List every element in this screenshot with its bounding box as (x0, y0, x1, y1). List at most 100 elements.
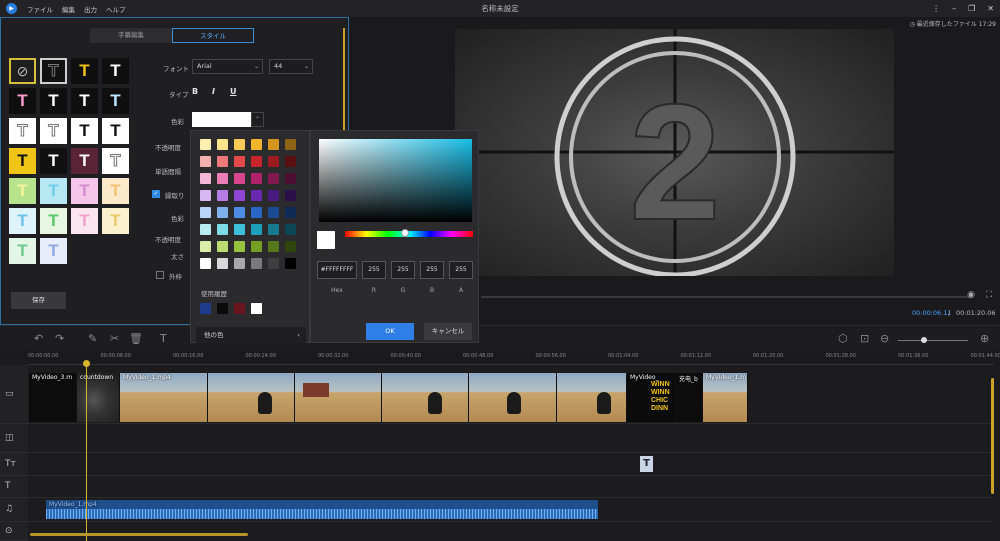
cut-icon[interactable]: ✂ (110, 332, 119, 345)
palette-swatch[interactable] (234, 173, 245, 184)
style-preset-tile[interactable]: T (40, 178, 67, 204)
palette-swatch[interactable] (251, 190, 262, 201)
menu-help[interactable]: ヘルプ (106, 4, 126, 14)
video-clip[interactable]: MyVideo_1.m (703, 373, 748, 422)
palette-swatch[interactable] (268, 207, 279, 218)
style-preset-tile[interactable]: T (71, 88, 98, 114)
outline-checkbox[interactable]: ✓ (152, 190, 160, 198)
palette-swatch[interactable] (285, 224, 296, 235)
palette-swatch[interactable] (251, 241, 262, 252)
text-color-swatch[interactable] (192, 112, 251, 127)
fullscreen-icon[interactable]: ⛶ (986, 290, 992, 300)
red-input[interactable]: 255 (362, 261, 386, 279)
palette-swatch[interactable] (285, 258, 296, 269)
hex-input[interactable]: #FFFFFFFF (317, 261, 357, 279)
menu-edit[interactable]: 編集 (62, 4, 75, 14)
palette-swatch[interactable] (200, 190, 211, 201)
video-clip-segment[interactable] (382, 373, 469, 422)
style-preset-tile[interactable]: T (40, 58, 67, 84)
palette-swatch[interactable] (200, 207, 211, 218)
palette-swatch[interactable] (251, 207, 262, 218)
style-preset-tile[interactable]: T (40, 238, 67, 264)
style-preset-tile[interactable]: T (71, 148, 98, 174)
palette-swatch[interactable] (234, 224, 245, 235)
menu-export[interactable]: 出力 (84, 4, 97, 14)
palette-swatch[interactable] (200, 258, 211, 269)
history-swatch[interactable] (217, 303, 228, 314)
style-preset-tile[interactable]: T (9, 118, 36, 144)
fit-icon[interactable]: ⊡ (860, 332, 869, 345)
palette-swatch[interactable] (268, 139, 279, 150)
ok-button[interactable]: OK (366, 323, 414, 340)
style-preset-tile[interactable]: T (102, 118, 129, 144)
palette-swatch[interactable] (217, 190, 228, 201)
alpha-input[interactable]: 255 (449, 261, 473, 279)
palette-swatch[interactable] (200, 224, 211, 235)
bold-button[interactable]: B (192, 87, 198, 96)
style-preset-tile[interactable]: T (71, 58, 98, 84)
palette-swatch[interactable] (251, 224, 262, 235)
tab-style[interactable]: スタイル (172, 28, 254, 43)
palette-swatch[interactable] (285, 241, 296, 252)
palette-swatch[interactable] (234, 207, 245, 218)
saturation-value-area[interactable] (319, 139, 472, 222)
style-preset-tile[interactable]: T (40, 88, 67, 114)
undo-icon[interactable]: ↶ (34, 332, 43, 345)
style-preset-tile[interactable]: T (40, 118, 67, 144)
palette-swatch[interactable] (251, 173, 262, 184)
underline-button[interactable]: U (230, 87, 237, 96)
palette-swatch[interactable] (200, 173, 211, 184)
history-swatch[interactable] (251, 303, 262, 314)
palette-swatch[interactable] (217, 207, 228, 218)
zoom-in-icon[interactable]: ⊕ (980, 332, 989, 345)
style-preset-tile[interactable]: T (71, 208, 98, 234)
palette-swatch[interactable] (217, 173, 228, 184)
palette-swatch[interactable] (200, 139, 211, 150)
style-preset-tile[interactable]: T (9, 208, 36, 234)
style-preset-tile[interactable]: T (9, 178, 36, 204)
style-preset-tile[interactable]: T (9, 148, 36, 174)
timeline-vertical-scrollbar[interactable] (991, 378, 994, 494)
timeline-ruler[interactable]: 00:00:00.00 00:00:08.00 00:00:16.00 00:00:2… (28, 351, 1000, 365)
text-tool-icon[interactable]: T (160, 332, 167, 345)
palette-swatch[interactable] (268, 224, 279, 235)
save-button[interactable]: 保存 (11, 292, 66, 309)
style-preset-tile[interactable]: T (102, 148, 129, 174)
other-colors-button[interactable]: 他の色 ‹ (196, 327, 306, 343)
zoom-out-icon[interactable]: ⊖ (880, 332, 889, 345)
palette-swatch[interactable] (234, 190, 245, 201)
style-preset-tile[interactable]: T (40, 148, 67, 174)
palette-swatch[interactable] (268, 241, 279, 252)
style-preset-none[interactable]: ⊘ (9, 58, 36, 84)
style-preset-tile[interactable]: T (71, 178, 98, 204)
hue-slider[interactable] (345, 231, 473, 237)
palette-swatch[interactable] (234, 258, 245, 269)
redo-icon[interactable]: ↷ (55, 332, 64, 345)
italic-button[interactable]: I (212, 87, 215, 96)
video-clip-segment[interactable] (557, 373, 627, 422)
panel-scrollbar[interactable] (343, 28, 345, 138)
video-clip[interactable]: countdown (77, 373, 120, 422)
style-preset-tile[interactable]: T (102, 178, 129, 204)
palette-swatch[interactable] (251, 258, 262, 269)
more-icon[interactable]: ⋮ (932, 4, 940, 13)
history-swatch[interactable] (234, 303, 245, 314)
palette-swatch[interactable] (217, 156, 228, 167)
snapshot-icon[interactable]: ◉ (967, 290, 975, 300)
video-clip[interactable]: MyVideo_1.mp4 (120, 373, 208, 422)
blue-input[interactable]: 255 (420, 261, 444, 279)
palette-swatch[interactable] (217, 139, 228, 150)
palette-swatch[interactable] (285, 139, 296, 150)
menu-file[interactable]: ファイル (27, 4, 53, 14)
palette-swatch[interactable] (285, 156, 296, 167)
color-dropdown-button[interactable]: ⌃ (251, 112, 264, 127)
palette-swatch[interactable] (251, 156, 262, 167)
palette-swatch[interactable] (285, 173, 296, 184)
video-clip[interactable]: MyVideo_3.m (29, 373, 77, 422)
green-input[interactable]: 255 (391, 261, 415, 279)
style-preset-tile[interactable]: T (102, 88, 129, 114)
preview-canvas[interactable]: 2 (455, 29, 894, 276)
palette-swatch[interactable] (251, 139, 262, 150)
palette-swatch[interactable] (217, 224, 228, 235)
close-icon[interactable]: ✕ (987, 4, 994, 13)
